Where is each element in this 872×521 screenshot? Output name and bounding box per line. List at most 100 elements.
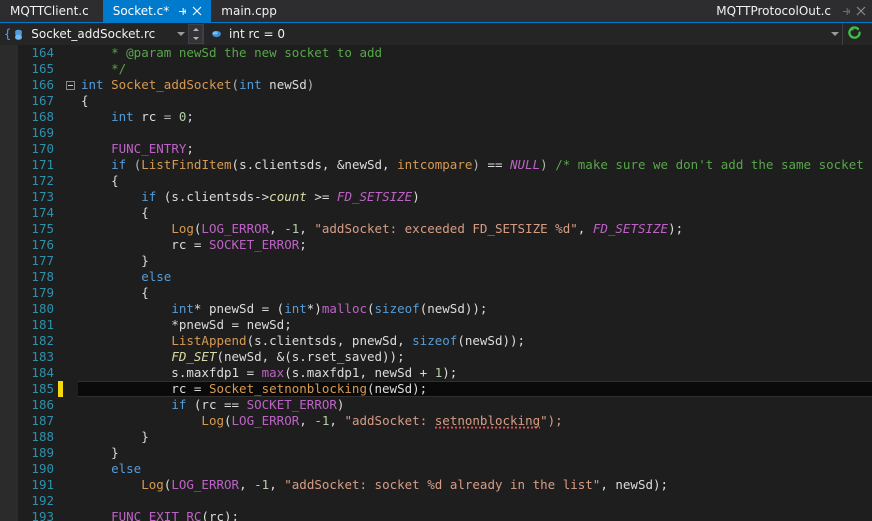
- code-line-text[interactable]: s.maxfdp1 = max(s.maxfdp1, newSd + 1);: [78, 365, 872, 381]
- code-line-text[interactable]: FUNC_ENTRY;: [78, 141, 872, 157]
- code-line[interactable]: 171 if (ListFindItem(s.clientsds, &newSd…: [0, 157, 872, 173]
- tab-main-cpp[interactable]: main.cpp: [211, 0, 291, 22]
- code-line[interactable]: 179 {: [0, 285, 872, 301]
- code-line-text[interactable]: }: [78, 429, 872, 445]
- line-number: 164: [31, 45, 54, 60]
- line-spinner[interactable]: [188, 24, 203, 44]
- code-line[interactable]: 164 * @param newSd the new socket to add: [0, 45, 872, 61]
- code-line[interactable]: 186 if (rc == SOCKET_ERROR): [0, 397, 872, 413]
- code-line-text[interactable]: int rc = 0;: [78, 109, 872, 125]
- code-token: ==: [479, 157, 511, 172]
- code-line-text[interactable]: * @param newSd the new socket to add: [78, 45, 872, 61]
- code-editor[interactable]: 164 * @param newSd the new socket to add…: [0, 45, 872, 521]
- code-line[interactable]: 180 int* pnewSd = (int*)malloc(sizeof(ne…: [0, 301, 872, 317]
- line-number: 184: [31, 365, 54, 380]
- code-line[interactable]: 178 else: [0, 269, 872, 285]
- code-line[interactable]: 183 FD_SET(newSd, &(s.rset_saved));: [0, 349, 872, 365]
- close-icon[interactable]: [854, 4, 868, 18]
- code-line-text[interactable]: {: [78, 205, 872, 221]
- code-line-text[interactable]: else: [78, 461, 872, 477]
- change-marker: [58, 61, 63, 77]
- chevron-up-icon[interactable]: [189, 25, 202, 34]
- fold-column[interactable]: [63, 80, 78, 90]
- code-line[interactable]: 175 Log(LOG_ERROR, -1, "addSocket: excee…: [0, 221, 872, 237]
- code-line[interactable]: 192: [0, 493, 872, 509]
- code-line[interactable]: 189 }: [0, 445, 872, 461]
- code-line[interactable]: 190 else: [0, 461, 872, 477]
- line-number: 170: [31, 141, 54, 156]
- code-line-text[interactable]: }: [78, 253, 872, 269]
- refresh-button[interactable]: [842, 23, 872, 45]
- code-line-text[interactable]: *pnewSd = newSd;: [78, 317, 872, 333]
- chevron-down-icon[interactable]: [827, 32, 842, 36]
- code-line-text[interactable]: }: [78, 445, 872, 461]
- code-line-text[interactable]: FD_SET(newSd, &(s.rset_saved));: [78, 349, 872, 365]
- collapse-outline-icon[interactable]: [66, 80, 75, 90]
- pin-icon[interactable]: [176, 5, 189, 18]
- code-token: (rc ==: [186, 397, 247, 412]
- code-line[interactable]: 177 }: [0, 253, 872, 269]
- code-line[interactable]: 176 rc = SOCKET_ERROR;: [0, 237, 872, 253]
- chevron-down-icon[interactable]: [189, 34, 202, 43]
- tab-mqttclient-c[interactable]: MQTTClient.c: [0, 0, 103, 22]
- pin-icon[interactable]: [839, 4, 853, 18]
- code-line[interactable]: 182 ListAppend(s.clientsds, pnewSd, size…: [0, 333, 872, 349]
- scope-dropdown[interactable]: { Socket_addSocket.rc: [0, 23, 188, 45]
- code-line-text[interactable]: if (s.clientsds->count >= FD_SETSIZE): [78, 189, 872, 205]
- code-line-text[interactable]: ListAppend(s.clientsds, pnewSd, sizeof(n…: [78, 333, 872, 349]
- close-icon[interactable]: [190, 5, 203, 18]
- code-line[interactable]: 188 }: [0, 429, 872, 445]
- code-line[interactable]: 172 {: [0, 173, 872, 189]
- code-line[interactable]: 167 {: [0, 93, 872, 109]
- code-line[interactable]: 173 if (s.clientsds->count >= FD_SETSIZE…: [0, 189, 872, 205]
- code-line[interactable]: 166 int Socket_addSocket(int newSd): [0, 77, 872, 93]
- code-token: (: [224, 413, 232, 428]
- code-token: /* make sure we don't add the same socke…: [555, 157, 872, 172]
- code-lines-container[interactable]: 164 * @param newSd the new socket to add…: [0, 45, 872, 521]
- code-token: (s.maxfdp1, newSd +: [284, 365, 435, 380]
- code-line-text[interactable]: int Socket_addSocket(int newSd): [78, 77, 872, 93]
- line-number: 180: [31, 301, 54, 316]
- code-line-text[interactable]: Log(LOG_ERROR, -1, "addSocket: setnonblo…: [78, 413, 872, 429]
- code-line[interactable]: 181 *pnewSd = newSd;: [0, 317, 872, 333]
- code-line[interactable]: 170 FUNC_ENTRY;: [0, 141, 872, 157]
- navigation-bar: { Socket_addSocket.rc int rc = 0: [0, 22, 872, 45]
- code-line-text[interactable]: Log(LOG_ERROR, -1, "addSocket: socket %d…: [78, 477, 872, 493]
- code-line-text[interactable]: int* pnewSd = (int*)malloc(sizeof(newSd)…: [78, 301, 872, 317]
- code-line-text[interactable]: {: [78, 285, 872, 301]
- code-line-text[interactable]: {: [78, 173, 872, 189]
- member-dropdown[interactable]: int rc = 0: [203, 23, 842, 45]
- code-line-text[interactable]: rc = SOCKET_ERROR;: [78, 237, 872, 253]
- code-line-text[interactable]: FUNC_EXIT_RC(rc);: [78, 509, 872, 521]
- code-line-text[interactable]: {: [78, 93, 872, 109]
- code-line[interactable]: 193 FUNC_EXIT_RC(rc);: [0, 509, 872, 521]
- code-line-text[interactable]: else: [78, 269, 872, 285]
- code-token: (newSd));: [419, 301, 488, 316]
- code-line[interactable]: 184 s.maxfdp1 = max(s.maxfdp1, newSd + 1…: [0, 365, 872, 381]
- code-line[interactable]: 191 Log(LOG_ERROR, -1, "addSocket: socke…: [0, 477, 872, 493]
- tab-socket-c[interactable]: Socket.c*: [102, 0, 212, 22]
- code-line-text[interactable]: rc = Socket_setnonblocking(newSd);: [78, 381, 872, 397]
- code-line-text[interactable]: if (ListFindItem(s.clientsds, &newSd, in…: [78, 157, 872, 173]
- code-line[interactable]: 168 int rc = 0;: [0, 109, 872, 125]
- code-line-text[interactable]: Log(LOG_ERROR, -1, "addSocket: exceeded …: [78, 221, 872, 237]
- code-line[interactable]: 169: [0, 125, 872, 141]
- right-document-title[interactable]: MQTTProtocolOut.c: [716, 4, 831, 18]
- code-token: int: [171, 301, 194, 316]
- code-line[interactable]: 185 rc = Socket_setnonblocking(newSd);: [0, 381, 872, 397]
- chevron-down-icon[interactable]: [173, 32, 188, 36]
- code-line[interactable]: 187 Log(LOG_ERROR, -1, "addSocket: setno…: [0, 413, 872, 429]
- tab-bar-spacer: [291, 0, 716, 22]
- line-number: 193: [31, 509, 54, 521]
- code-line[interactable]: 165 */: [0, 61, 872, 77]
- code-token: *): [306, 301, 322, 316]
- code-line-text[interactable]: if (rc == SOCKET_ERROR): [78, 397, 872, 413]
- code-line[interactable]: 174 {: [0, 205, 872, 221]
- change-marker: [58, 493, 63, 509]
- code-line-text[interactable]: */: [78, 61, 872, 77]
- refresh-icon: [846, 24, 863, 45]
- line-number: 189: [31, 445, 54, 460]
